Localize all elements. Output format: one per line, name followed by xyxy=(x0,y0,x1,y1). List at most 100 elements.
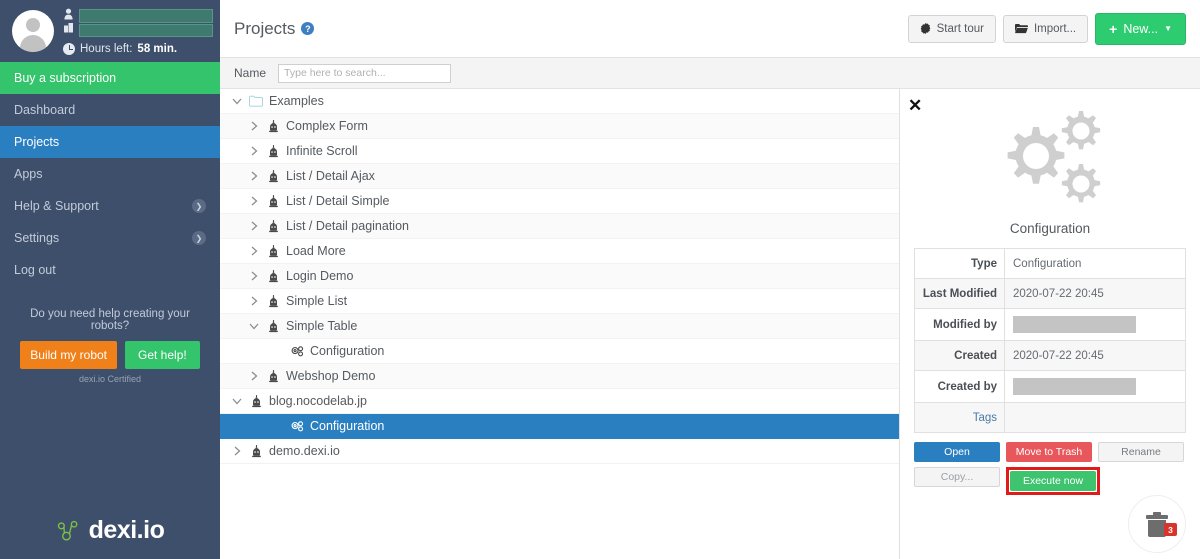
tree-row[interactable]: Configuration xyxy=(220,414,899,439)
sidebar-item-projects[interactable]: Projects xyxy=(0,126,220,158)
trash-badge: 3 xyxy=(1164,523,1177,536)
robot-icon xyxy=(263,144,283,158)
metadata-value: 2020-07-22 20:45 xyxy=(1013,349,1104,362)
rename-button[interactable]: Rename xyxy=(1098,442,1184,462)
hours-left: Hours left: 58 min. xyxy=(63,42,213,55)
robot-icon xyxy=(263,119,283,133)
metadata-key: Created by xyxy=(915,371,1005,402)
tree-row-label: Configuration xyxy=(310,344,385,358)
tree-row[interactable]: blog.nocodelab.jp xyxy=(220,389,899,414)
build-my-robot-button[interactable]: Build my robot xyxy=(20,341,117,369)
tree-row-label: List / Detail Simple xyxy=(286,194,390,208)
sidebar-item-apps[interactable]: Apps xyxy=(0,158,220,190)
close-icon[interactable]: ✕ xyxy=(908,97,922,114)
trash-widget[interactable]: 3 xyxy=(1128,495,1186,553)
chevron-right-icon[interactable] xyxy=(245,370,263,382)
avatar[interactable] xyxy=(12,10,54,52)
metadata-table: Type Configuration Last Modified 2020-07-22… xyxy=(914,248,1186,433)
chevron-right-icon[interactable] xyxy=(228,445,246,457)
metadata-value: 2020-07-22 20:45 xyxy=(1013,287,1104,300)
tree-row[interactable]: Infinite Scroll xyxy=(220,139,899,164)
account-name-row xyxy=(63,8,213,39)
chevron-right-icon[interactable] xyxy=(245,145,263,157)
tree-row[interactable]: Complex Form xyxy=(220,114,899,139)
help-question: Do you need help creating your robots? xyxy=(30,308,190,332)
help-buttons: Build my robot Get help! xyxy=(10,341,210,369)
tree-row[interactable]: Webshop Demo xyxy=(220,364,899,389)
chevron-right-icon[interactable] xyxy=(245,295,263,307)
brand-text: dexi.io xyxy=(88,516,165,544)
folder-icon xyxy=(1014,24,1028,34)
tree-row[interactable]: List / Detail Simple xyxy=(220,189,899,214)
robot-icon xyxy=(246,444,266,458)
tree-row-label: Simple Table xyxy=(286,319,358,333)
dexi-logo-icon xyxy=(57,520,78,540)
robot-icon xyxy=(263,219,283,233)
chevron-right-icon[interactable] xyxy=(245,195,263,207)
help-icon[interactable]: ? xyxy=(301,22,315,35)
tree-row-label: Load More xyxy=(286,244,346,258)
metadata-key[interactable]: Tags xyxy=(915,403,1005,432)
copy-button[interactable]: Copy... xyxy=(914,467,1000,487)
chevron-right-icon[interactable] xyxy=(245,245,263,257)
sidebar-item-settings[interactable]: Settings ❯ xyxy=(0,222,220,254)
new-button[interactable]: + New... ▼ xyxy=(1095,12,1186,45)
detail-actions: Open Move to Trash Rename Copy... Execute no… xyxy=(914,442,1186,495)
metadata-row: Last Modified 2020-07-22 20:45 xyxy=(915,279,1185,309)
tree-row-label: Infinite Scroll xyxy=(286,144,358,158)
sidebar-item-help-and-support[interactable]: Help & Support ❯ xyxy=(0,190,220,222)
highlight-outline: Execute now xyxy=(1006,467,1100,495)
tree-row-label: List / Detail pagination xyxy=(286,219,409,233)
tree-row-label: List / Detail Ajax xyxy=(286,169,375,183)
metadata-value xyxy=(1005,371,1185,402)
exec-button[interactable]: Execute now xyxy=(1010,471,1096,491)
robot-icon xyxy=(263,244,283,258)
chevron-down-icon[interactable] xyxy=(228,395,246,407)
sidebar-item-dashboard[interactable]: Dashboard xyxy=(0,94,220,126)
import-label: Import... xyxy=(1033,22,1077,35)
page-title: Projects ? xyxy=(234,19,315,39)
tree-row[interactable]: demo.dexi.io xyxy=(220,439,899,464)
metadata-row: Created 2020-07-22 20:45 xyxy=(915,341,1185,371)
search-input[interactable] xyxy=(278,63,452,83)
content-area: Examples Complex Form Infinite Scroll List … xyxy=(220,89,1200,559)
trash-button[interactable]: Move to Trash xyxy=(1006,442,1092,462)
chevron-right-icon: ❯ xyxy=(192,199,206,213)
gears-icon xyxy=(1007,111,1101,203)
sidebar-item-label: Buy a subscription xyxy=(14,71,117,85)
sidebar-item-buy-a-subscription[interactable]: Buy a subscription xyxy=(0,62,220,94)
tree-row[interactable]: Configuration xyxy=(220,339,899,364)
tree-row[interactable]: Simple Table xyxy=(220,314,899,339)
metadata-key: Last Modified xyxy=(915,279,1005,308)
main-area: Projects ? Start tour Import... + New...… xyxy=(220,0,1200,559)
start-tour-button[interactable]: Start tour xyxy=(907,14,996,43)
chevron-right-icon[interactable] xyxy=(245,220,263,232)
sidebar-item-log-out[interactable]: Log out xyxy=(0,254,220,286)
robot-icon xyxy=(263,269,283,283)
import-button[interactable]: Import... xyxy=(1002,14,1089,43)
sidebar-item-label: Apps xyxy=(14,167,43,181)
tree-row[interactable]: List / Detail Ajax xyxy=(220,164,899,189)
metadata-row: Created by xyxy=(915,371,1185,403)
tree-row[interactable]: Load More xyxy=(220,239,899,264)
tree-row[interactable]: Login Demo xyxy=(220,264,899,289)
chevron-down-icon[interactable] xyxy=(228,95,246,107)
tree-row-label: Webshop Demo xyxy=(286,369,376,383)
chevron-right-icon[interactable] xyxy=(245,170,263,182)
chevron-down-icon[interactable] xyxy=(245,320,263,332)
brand-logo: dexi.io xyxy=(0,516,220,545)
chevron-right-icon[interactable] xyxy=(245,270,263,282)
tree-row[interactable]: List / Detail pagination xyxy=(220,214,899,239)
tree-row[interactable]: Simple List xyxy=(220,289,899,314)
chevron-down-icon: ▼ xyxy=(1164,24,1172,33)
robot-icon xyxy=(263,194,283,208)
open-button[interactable]: Open xyxy=(914,442,1000,462)
gears-icon xyxy=(287,345,307,358)
metadata-row: Type Configuration xyxy=(915,249,1185,279)
chevron-right-icon[interactable] xyxy=(245,120,263,132)
robot-icon xyxy=(263,369,283,383)
metadata-key: Modified by xyxy=(915,309,1005,340)
redacted-value xyxy=(1013,316,1136,333)
tree-row[interactable]: Examples xyxy=(220,89,899,114)
get-help-button[interactable]: Get help! xyxy=(125,341,200,369)
